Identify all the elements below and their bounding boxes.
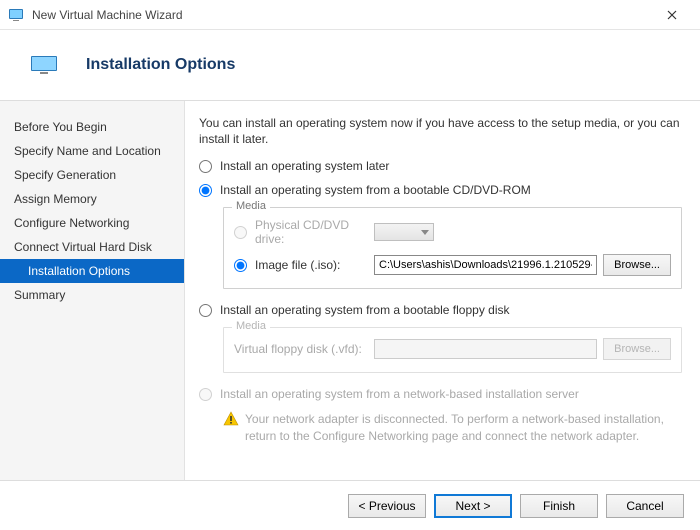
option-install-floppy[interactable]: Install an operating system from a boota…	[199, 303, 682, 317]
network-warning: Your network adapter is disconnected. To…	[223, 411, 682, 443]
window-title: New Virtual Machine Wizard	[32, 8, 652, 22]
step-connect-vhd[interactable]: Connect Virtual Hard Disk	[0, 235, 184, 259]
wizard-steps: Before You Begin Specify Name and Locati…	[0, 101, 185, 480]
wizard-content: You can install an operating system now …	[185, 101, 700, 480]
media-legend-floppy: Media	[232, 320, 270, 332]
step-specify-name[interactable]: Specify Name and Location	[0, 139, 184, 163]
media-group-floppy: Media Virtual floppy disk (.vfd): Browse…	[223, 327, 682, 373]
radio-install-network	[199, 388, 212, 401]
network-warning-text: Your network adapter is disconnected. To…	[245, 411, 682, 443]
vfd-label: Virtual floppy disk (.vfd):	[234, 342, 374, 356]
wizard-footer: < Previous Next > Finish Cancel	[0, 480, 700, 530]
radio-install-later[interactable]	[199, 160, 212, 173]
media-legend: Media	[232, 200, 270, 212]
cancel-button[interactable]: Cancel	[606, 494, 684, 518]
warning-icon	[223, 411, 239, 427]
previous-button[interactable]: < Previous	[348, 494, 426, 518]
vfd-path-input	[374, 339, 597, 359]
media-group-cd: Media Physical CD/DVD drive: Image file …	[223, 207, 682, 289]
option-install-cd[interactable]: Install an operating system from a boota…	[199, 183, 682, 197]
app-icon	[8, 7, 24, 23]
wizard-header: Installation Options	[0, 30, 700, 100]
physical-drive-option[interactable]: Physical CD/DVD drive:	[234, 218, 374, 246]
step-before-you-begin[interactable]: Before You Begin	[0, 115, 184, 139]
next-button[interactable]: Next >	[434, 494, 512, 518]
image-path-input[interactable]	[374, 255, 597, 275]
page-title: Installation Options	[86, 56, 235, 74]
step-installation-options[interactable]: Installation Options	[0, 259, 184, 283]
titlebar: New Virtual Machine Wizard	[0, 0, 700, 30]
radio-install-floppy[interactable]	[199, 304, 212, 317]
step-specify-generation[interactable]: Specify Generation	[0, 163, 184, 187]
browse-vfd-button: Browse...	[603, 338, 671, 360]
step-assign-memory[interactable]: Assign Memory	[0, 187, 184, 211]
option-install-later[interactable]: Install an operating system later	[199, 159, 682, 173]
radio-image-file[interactable]	[234, 259, 247, 272]
image-file-option[interactable]: Image file (.iso):	[234, 258, 374, 272]
physical-drive-select	[374, 223, 434, 241]
finish-button[interactable]: Finish	[520, 494, 598, 518]
step-summary[interactable]: Summary	[0, 283, 184, 307]
monitor-icon	[30, 55, 58, 75]
option-install-network: Install an operating system from a netwo…	[199, 387, 682, 401]
browse-iso-button[interactable]: Browse...	[603, 254, 671, 276]
step-configure-networking[interactable]: Configure Networking	[0, 211, 184, 235]
intro-text: You can install an operating system now …	[199, 115, 682, 147]
radio-install-cd[interactable]	[199, 184, 212, 197]
radio-physical-drive	[234, 226, 247, 239]
close-button[interactable]	[652, 1, 692, 29]
